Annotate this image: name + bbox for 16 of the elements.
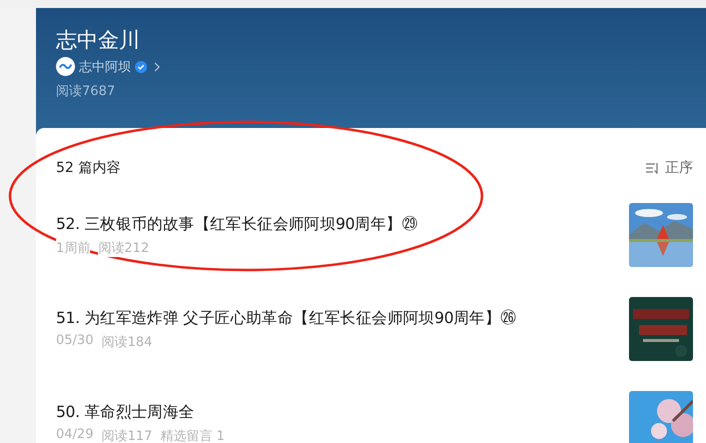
article-reads: 阅读212 (98, 238, 150, 256)
article-title[interactable]: 51. 为红军造炸弹 父子匠心助革命【红军长征会师阿坝90周年】㉖ (56, 308, 516, 328)
sort-button[interactable]: 正序 (645, 159, 693, 177)
account-title: 志中金川 (56, 27, 141, 54)
sort-icon (645, 162, 660, 174)
article-comments: 精选留言 1 (160, 426, 225, 443)
chevron-right-icon[interactable] (154, 62, 160, 72)
article-count: 52 篇内容 (56, 159, 120, 177)
article-title[interactable]: 50. 革命烈士周海全 (56, 402, 225, 422)
avatar-icon (56, 57, 75, 76)
read-count: 阅读7687 (56, 83, 116, 100)
article-reads: 阅读117 (101, 426, 152, 443)
article-title[interactable]: 52. 三枚银币的故事【红军长征会师阿坝90周年】㉙ (56, 214, 418, 234)
author-name[interactable]: 志中阿坝 (79, 58, 131, 76)
article-reads: 阅读184 (101, 332, 152, 350)
article-date: 1周前 (56, 238, 90, 256)
